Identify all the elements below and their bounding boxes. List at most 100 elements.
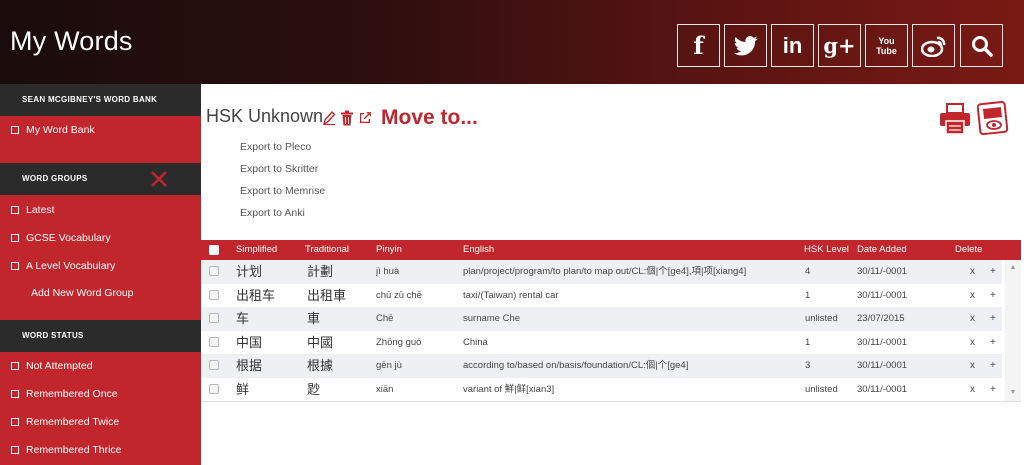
- col-english[interactable]: English: [463, 240, 494, 260]
- sidebar-item-label: Latest: [26, 204, 55, 216]
- preview-icon[interactable]: [977, 101, 1010, 136]
- checkbox-icon: [11, 126, 19, 134]
- add-button[interactable]: +: [990, 331, 996, 355]
- add-word-group-link[interactable]: Add New Word Group: [0, 282, 201, 304]
- col-pinyin[interactable]: Pinyin: [376, 240, 402, 260]
- word-groups-heading: WORD GROUPS: [0, 163, 201, 195]
- checkbox-icon: [11, 206, 19, 214]
- delete-button[interactable]: x: [970, 284, 975, 308]
- move-to-button[interactable]: Move to...: [381, 106, 478, 130]
- cell-hsk: 1: [805, 336, 811, 348]
- row-checkbox[interactable]: [209, 289, 219, 300]
- word-groups-heading-label: WORD GROUPS: [22, 174, 88, 183]
- weibo-icon: [920, 36, 945, 57]
- sidebar-item-remembered-thrice[interactable]: Remembered Thrice: [0, 439, 201, 461]
- cell-simplified: 计划: [236, 264, 263, 279]
- table-row: 车 車 Chē surname Che unlisted 23/07/2015 …: [201, 307, 1002, 331]
- checkbox-icon: [11, 418, 19, 426]
- twitter-button[interactable]: [724, 24, 767, 67]
- cell-date: 30/11/-0001: [857, 289, 908, 301]
- sidebar-item-gcse[interactable]: GCSE Vocabulary: [0, 227, 201, 249]
- cell-simplified: 鲜: [236, 382, 250, 397]
- cell-traditional: 計劃: [307, 264, 334, 279]
- linkedin-icon: in: [782, 32, 803, 58]
- google-plus-button[interactable]: g+: [818, 24, 861, 67]
- youtube-button[interactable]: You Tube: [865, 24, 908, 67]
- cell-english: variant of 鮮|鲜[xian3]: [463, 384, 555, 395]
- row-checkbox[interactable]: [209, 313, 219, 324]
- cell-date: 30/11/-0001: [857, 266, 908, 277]
- cell-traditional: 尟: [307, 382, 321, 397]
- weibo-button[interactable]: [912, 24, 955, 67]
- facebook-button[interactable]: f: [677, 24, 720, 67]
- add-button[interactable]: +: [990, 378, 996, 402]
- sidebar-item-my-word-bank[interactable]: My Word Bank: [0, 119, 201, 141]
- scroll-up-icon[interactable]: ▲: [1008, 264, 1018, 271]
- select-all-checkbox[interactable]: [209, 245, 219, 255]
- col-hsk-level[interactable]: HSK Level: [804, 240, 849, 260]
- word-bank-heading: SEAN MCGIBNEY'S WORD BANK: [0, 84, 201, 116]
- cell-hsk: 4: [805, 266, 811, 277]
- close-icon[interactable]: [150, 170, 168, 188]
- sidebar-item-not-attempted[interactable]: Not Attempted: [0, 355, 201, 377]
- scroll-down-icon[interactable]: ▼: [1008, 389, 1018, 396]
- cell-pinyin: chū zū chē: [376, 289, 422, 301]
- cell-english: China: [463, 336, 488, 348]
- delete-button[interactable]: x: [970, 260, 975, 284]
- trash-icon[interactable]: [340, 110, 354, 126]
- sidebar-item-label: My Word Bank: [26, 124, 95, 136]
- row-checkbox[interactable]: [209, 266, 219, 276]
- cell-simplified: 车: [236, 311, 250, 327]
- cell-english: plan/project/program/to plan/to map out/…: [463, 266, 747, 277]
- delete-button[interactable]: x: [970, 307, 975, 331]
- linkedin-button[interactable]: in: [771, 24, 814, 67]
- delete-button[interactable]: x: [970, 354, 975, 378]
- sidebar-item-a-level[interactable]: A Level Vocabulary: [0, 255, 201, 277]
- table-scrollbar[interactable]: ▲ ▼: [1005, 260, 1021, 402]
- cell-hsk: unlisted: [805, 384, 838, 395]
- printer-icon[interactable]: [939, 102, 971, 136]
- youtube-icon: You Tube: [876, 35, 897, 56]
- add-button[interactable]: +: [990, 284, 996, 308]
- row-checkbox[interactable]: [209, 360, 219, 371]
- col-delete: Delete: [955, 244, 983, 255]
- add-button[interactable]: +: [990, 307, 996, 331]
- cell-pinyin: xiān: [376, 384, 394, 395]
- cell-date: 30/11/-0001: [857, 336, 908, 348]
- twitter-icon: [733, 35, 757, 55]
- cell-traditional: 出租車: [307, 287, 347, 303]
- delete-button[interactable]: x: [970, 378, 975, 402]
- cell-pinyin: gēn jù: [376, 360, 402, 372]
- export-anki-link[interactable]: Export to Anki: [240, 207, 305, 219]
- sidebar-item-latest[interactable]: Latest: [0, 199, 201, 221]
- add-button[interactable]: +: [990, 260, 996, 284]
- sidebar-item-label: Remembered Thrice: [26, 444, 122, 456]
- export-memrise-link[interactable]: Export to Memrise: [240, 185, 325, 197]
- col-simplified[interactable]: Simplified: [236, 240, 277, 260]
- row-checkbox[interactable]: [209, 384, 219, 394]
- table-bottom-divider: [201, 401, 1021, 402]
- sidebar-item-remembered-once[interactable]: Remembered Once: [0, 383, 201, 405]
- col-traditional[interactable]: Traditional: [305, 240, 349, 260]
- checkbox-icon: [11, 390, 19, 398]
- word-status-heading: WORD STATUS: [0, 320, 201, 352]
- table-row: 出租车 出租車 chū zū chē taxi/(Taiwan) rental …: [201, 284, 1002, 308]
- export-skritter-link[interactable]: Export to Skritter: [240, 163, 318, 175]
- cell-simplified: 根据: [236, 358, 263, 374]
- col-date-added[interactable]: Date Added: [857, 240, 907, 260]
- cell-pinyin: Zhōng guó: [376, 336, 422, 348]
- external-link-icon[interactable]: [358, 110, 372, 126]
- page-title: HSK Unknown: [206, 106, 324, 126]
- sidebar: SEAN MCGIBNEY'S WORD BANK My Word Bank W…: [0, 84, 201, 465]
- sidebar-item-remembered-twice[interactable]: Remembered Twice: [0, 411, 201, 433]
- sidebar-item-label: Not Attempted: [26, 360, 93, 372]
- cell-hsk: 3: [805, 360, 811, 372]
- row-checkbox[interactable]: [209, 336, 219, 347]
- add-button[interactable]: +: [990, 354, 996, 378]
- export-pleco-link[interactable]: Export to Pleco: [240, 141, 311, 153]
- search-button[interactable]: [960, 24, 1003, 67]
- cell-hsk: unlisted: [805, 313, 838, 325]
- pencil-icon[interactable]: [322, 110, 336, 126]
- delete-button[interactable]: x: [970, 331, 975, 355]
- sidebar-item-label: GCSE Vocabulary: [26, 232, 111, 244]
